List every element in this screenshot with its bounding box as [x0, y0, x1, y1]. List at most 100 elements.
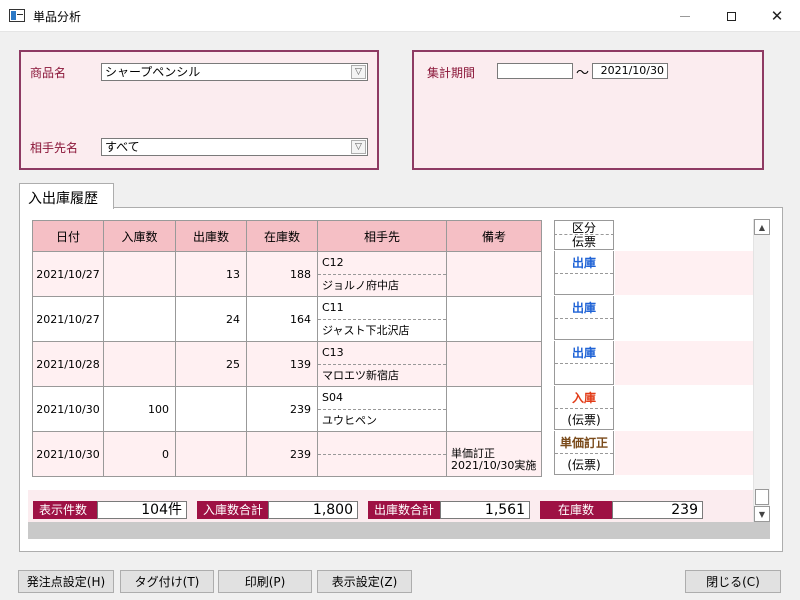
- note-cell: [446, 341, 542, 387]
- tag-button[interactable]: タグ付け(T): [120, 570, 214, 593]
- tab-history[interactable]: 入出庫履歴: [19, 183, 114, 209]
- note-cell: [446, 251, 542, 297]
- header-partner[interactable]: 相手先: [317, 220, 447, 252]
- partner-name: マロエツ新宿店: [322, 369, 399, 383]
- chevron-down-icon[interactable]: ▽: [351, 65, 366, 79]
- slip-label[interactable]: [555, 319, 613, 340]
- partner-code: S04: [318, 387, 446, 410]
- partner-name: ジャスト下北沢店: [322, 324, 410, 338]
- minimize-button[interactable]: [662, 0, 708, 32]
- header-stock[interactable]: 在庫数: [246, 220, 318, 252]
- out-cell: 24: [175, 296, 247, 342]
- print-button[interactable]: 印刷(P): [218, 570, 312, 593]
- date-cell: 2021/10/27: [32, 296, 104, 342]
- header-note[interactable]: 備考: [446, 220, 542, 252]
- table-row[interactable]: 2021/10/28 25 139 C13 マロエツ新宿店: [32, 341, 542, 387]
- period-from-field[interactable]: [497, 63, 573, 79]
- minimize-icon: [680, 15, 690, 17]
- in-cell: 100: [103, 386, 176, 432]
- in-cell: [103, 251, 176, 297]
- partner-code: C13: [318, 342, 446, 365]
- section-header-kind: 区分: [554, 220, 614, 235]
- partner-name: ユウヒペン: [322, 414, 377, 428]
- in-cell: [103, 296, 176, 342]
- note-cell: 単価訂正 2021/10/30実施: [446, 431, 542, 477]
- partner-cell: C11 ジャスト下北沢店: [317, 296, 447, 342]
- period-to-field[interactable]: 2021/10/30: [592, 63, 668, 79]
- stock-value: 239: [612, 501, 703, 519]
- out-cell: 13: [175, 251, 247, 297]
- section-row[interactable]: 出庫: [554, 251, 753, 295]
- section-row[interactable]: 出庫: [554, 296, 753, 340]
- out-total-value: 1,561: [440, 501, 530, 519]
- history-table: 日付 入庫数 出庫数 在庫数 相手先 備考 2021/10/27 13 188 …: [32, 220, 542, 477]
- date-cell: 2021/10/30: [32, 386, 104, 432]
- table-row[interactable]: 2021/10/27 24 164 C11 ジャスト下北沢店: [32, 296, 542, 342]
- partner-code: C12: [318, 252, 446, 275]
- close-window-button[interactable]: 閉じる(C): [685, 570, 781, 593]
- partner-cell: C12 ジョルノ府中店: [317, 251, 447, 297]
- out-cell: [175, 431, 247, 477]
- partner-value: すべて: [105, 140, 140, 154]
- date-cell: 2021/10/27: [32, 251, 104, 297]
- note-cell: [446, 386, 542, 432]
- stock-cell: 164: [246, 296, 318, 342]
- in-cell: [103, 341, 176, 387]
- count-label: 表示件数: [33, 501, 97, 519]
- window-title: 単品分析: [33, 10, 82, 24]
- out-total-label: 出庫数合計: [368, 501, 440, 519]
- maximize-icon: [726, 11, 736, 21]
- stock-cell: 188: [246, 251, 318, 297]
- vertical-scrollbar[interactable]: ▲ ▼: [753, 219, 770, 522]
- kind-label: 出庫: [555, 296, 613, 319]
- app-window-icon: [9, 9, 25, 22]
- scroll-up-icon[interactable]: ▲: [754, 219, 770, 235]
- partner-code: [318, 432, 446, 455]
- header-date[interactable]: 日付: [32, 220, 104, 252]
- header-in[interactable]: 入庫数: [103, 220, 176, 252]
- partner-name: [318, 455, 446, 477]
- close-icon: ✕: [770, 7, 784, 25]
- section-row[interactable]: 入庫 (伝票): [554, 386, 753, 430]
- table-row[interactable]: 2021/10/30 100 239 S04 ユウヒペン: [32, 386, 542, 432]
- slip-label[interactable]: (伝票): [555, 454, 613, 475]
- note-line: 2021/10/30実施: [451, 459, 537, 472]
- slip-label[interactable]: [555, 274, 613, 295]
- partner-combo[interactable]: すべて ▽: [101, 138, 368, 156]
- header-out[interactable]: 出庫数: [175, 220, 247, 252]
- scroll-down-icon[interactable]: ▼: [754, 506, 770, 522]
- product-label: 商品名: [30, 66, 67, 80]
- section-row[interactable]: 出庫: [554, 341, 753, 385]
- in-total-label: 入庫数合計: [197, 501, 268, 519]
- date-cell: 2021/10/28: [32, 341, 104, 387]
- table-row[interactable]: 2021/10/30 0 239 単価訂正 2021/10/30実施: [32, 431, 542, 477]
- period-separator: ～: [576, 66, 590, 81]
- in-cell: 0: [103, 431, 176, 477]
- slip-label[interactable]: (伝票): [555, 409, 613, 430]
- product-combo[interactable]: シャープペンシル ▽: [101, 63, 368, 81]
- table-header-row: 日付 入庫数 出庫数 在庫数 相手先 備考: [32, 220, 542, 252]
- kind-label: 単価訂正: [555, 431, 613, 454]
- partner-cell: S04 ユウヒペン: [317, 386, 447, 432]
- display-settings-button[interactable]: 表示設定(Z): [317, 570, 412, 593]
- table-row[interactable]: 2021/10/27 13 188 C12 ジョルノ府中店: [32, 251, 542, 297]
- close-button[interactable]: ✕: [754, 0, 800, 32]
- section-row[interactable]: 単価訂正 (伝票): [554, 431, 753, 475]
- kind-label: 出庫: [555, 341, 613, 364]
- scroll-thumb[interactable]: [755, 489, 769, 505]
- count-value: 104件: [97, 501, 187, 519]
- in-total-value: 1,800: [268, 501, 358, 519]
- out-cell: 25: [175, 341, 247, 387]
- kind-label: 入庫: [555, 386, 613, 409]
- stock-cell: 239: [246, 431, 318, 477]
- maximize-button[interactable]: [708, 0, 754, 32]
- stock-label: 在庫数: [540, 501, 612, 519]
- reorder-point-button[interactable]: 発注点設定(H): [18, 570, 114, 593]
- partner-name: ジョルノ府中店: [322, 279, 399, 293]
- partner-code: C11: [318, 297, 446, 320]
- chevron-down-icon[interactable]: ▽: [351, 140, 366, 154]
- slip-label[interactable]: [555, 364, 613, 385]
- horizontal-scrollbar[interactable]: [28, 522, 770, 539]
- partner-cell: [317, 431, 447, 477]
- stock-cell: 139: [246, 341, 318, 387]
